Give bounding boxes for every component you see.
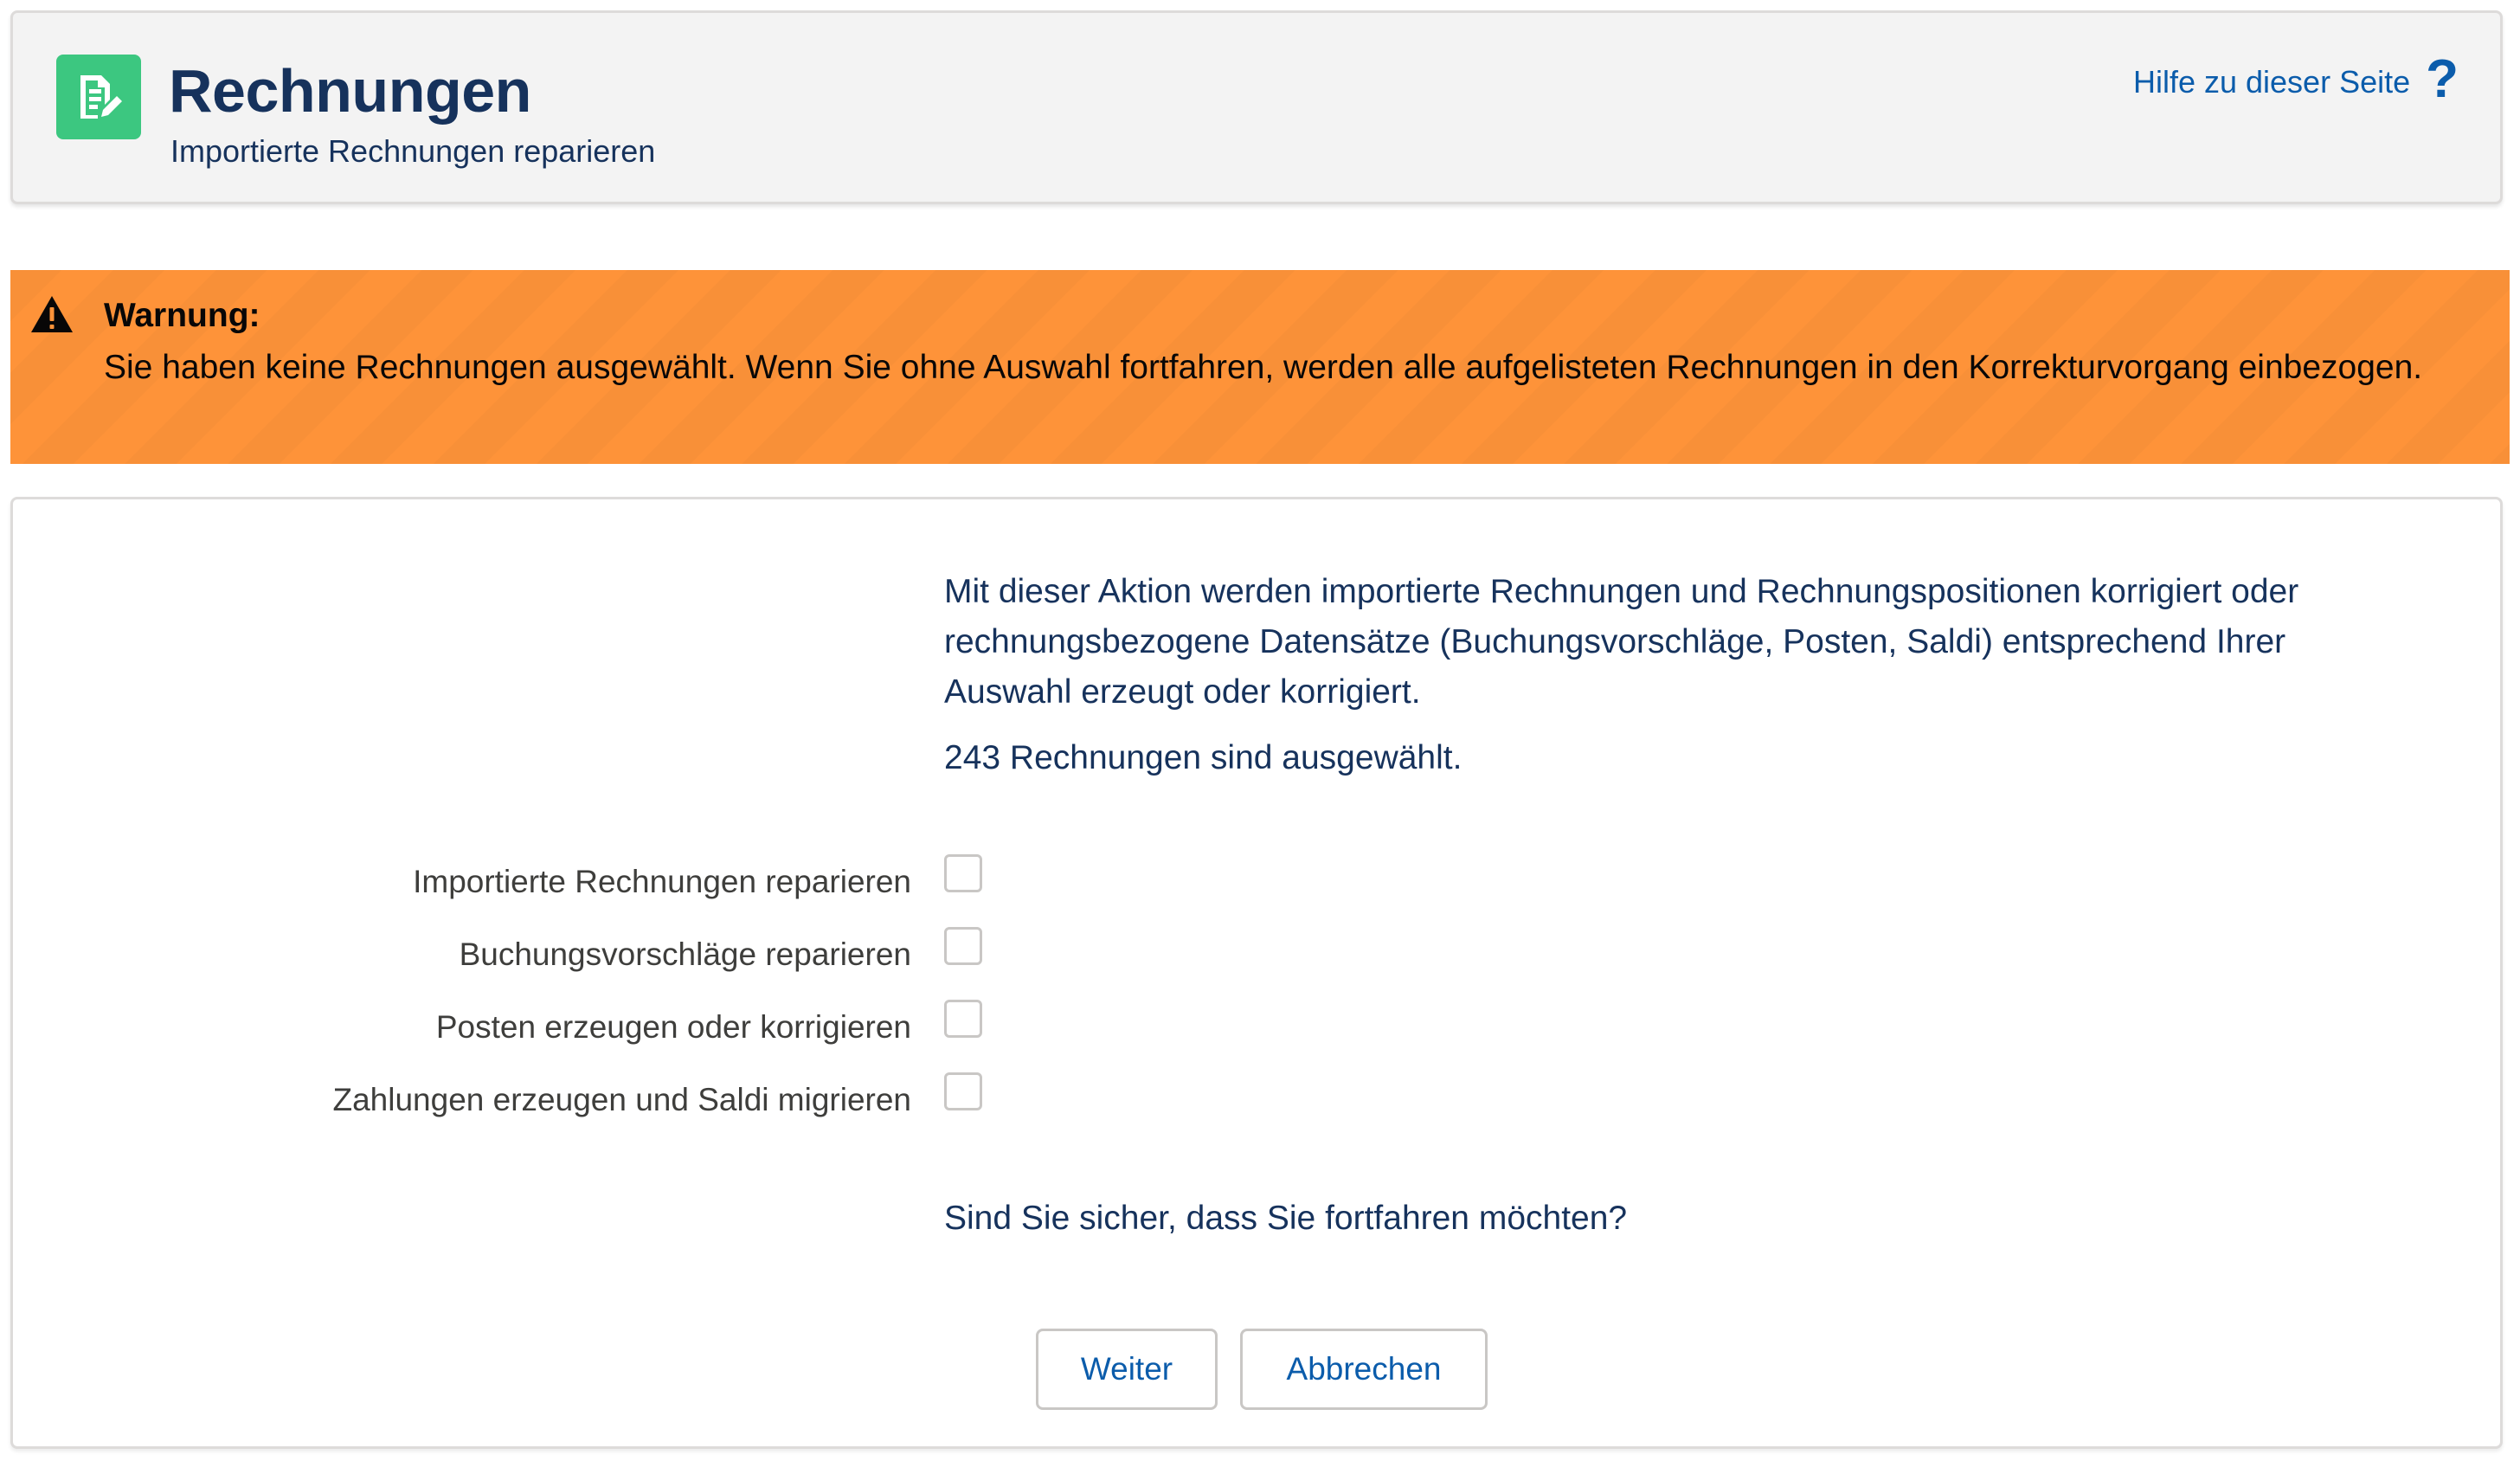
repair-form-card: Mit dieser Aktion werden importierte Rec… — [10, 497, 2503, 1449]
option-row: Importierte Rechnungen reparieren — [13, 854, 1051, 927]
checkbox-repair-imported-invoices[interactable] — [944, 854, 982, 892]
option-label-create-or-correct-items: Posten erzeugen oder korrigieren — [435, 1009, 911, 1045]
cancel-button[interactable]: Abbrechen — [1240, 1329, 1488, 1410]
option-row: Posten erzeugen oder korrigieren — [13, 1000, 1051, 1072]
option-label-repair-imported-invoices: Importierte Rechnungen reparieren — [413, 864, 911, 899]
action-description: Mit dieser Aktion werden importierte Rec… — [944, 573, 2299, 711]
continue-button[interactable]: Weiter — [1036, 1329, 1218, 1410]
help-link[interactable]: Hilfe zu dieser Seite ? — [2133, 53, 2459, 106]
selection-count: 243 Rechnungen sind ausgewählt. — [944, 739, 1462, 776]
option-row: Buchungsvorschläge reparieren — [13, 927, 1051, 1000]
page-header: Rechnungen Importierte Rechnungen repari… — [10, 10, 2503, 204]
warning-text: Sie haben keine Rechnungen ausgewählt. W… — [104, 349, 2423, 386]
option-label-repair-booking-proposals: Buchungsvorschläge reparieren — [459, 936, 911, 972]
page-subtitle: Importierte Rechnungen reparieren — [170, 133, 656, 169]
help-icon[interactable]: ? — [2426, 53, 2459, 106]
repair-options: Importierte Rechnungen reparieren Buchun… — [13, 854, 1051, 1145]
help-link-label[interactable]: Hilfe zu dieser Seite — [2133, 64, 2410, 100]
checkbox-create-or-correct-items[interactable] — [944, 1000, 982, 1038]
option-label-create-payments-migrate-balances: Zahlungen erzeugen und Saldi migrieren — [332, 1082, 912, 1117]
warning-triangle-icon — [31, 296, 73, 332]
document-edit-icon — [56, 55, 141, 139]
checkbox-repair-booking-proposals[interactable] — [944, 927, 982, 965]
checkbox-create-payments-migrate-balances[interactable] — [944, 1072, 982, 1110]
option-row: Zahlungen erzeugen und Saldi migrieren — [13, 1072, 1051, 1145]
warning-title: Warnung: — [104, 297, 260, 334]
page-title: Rechnungen — [169, 57, 531, 125]
confirm-question: Sind Sie sicher, dass Sie fortfahren möc… — [944, 1200, 1628, 1237]
warning-banner: Warnung: Sie haben keine Rechnungen ausg… — [10, 270, 2510, 464]
